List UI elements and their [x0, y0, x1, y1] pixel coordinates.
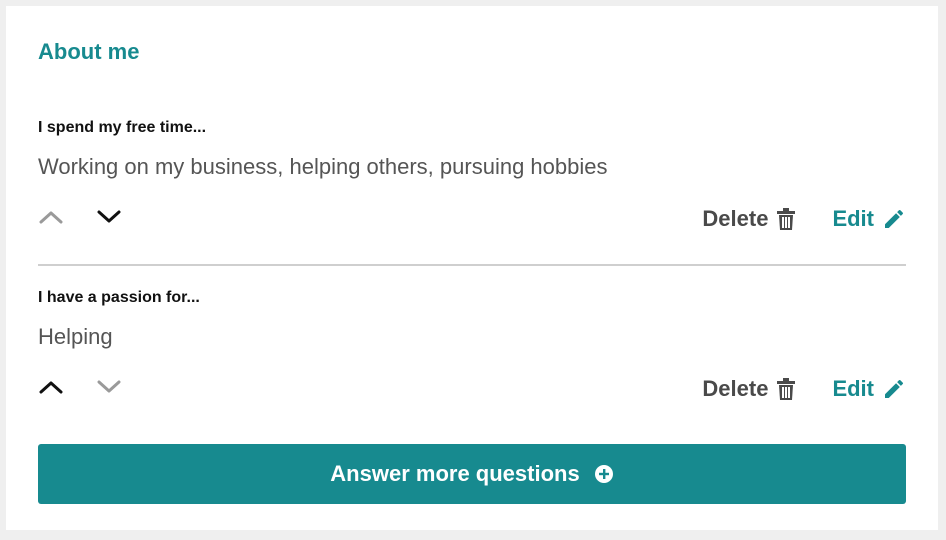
section-title: About me: [38, 39, 140, 64]
question-controls: Delete Edit: [38, 202, 906, 242]
edit-button[interactable]: Edit: [832, 376, 906, 402]
move-down-button[interactable]: [94, 202, 124, 232]
question-answer: Working on my business, helping others, …: [38, 154, 608, 179]
divider: [38, 264, 906, 266]
chevron-up-icon: [39, 381, 63, 394]
cta-label: Answer more questions: [330, 461, 580, 486]
edit-label: Edit: [832, 376, 874, 401]
delete-button[interactable]: Delete: [702, 206, 796, 232]
move-up-button[interactable]: [36, 372, 66, 402]
answer-more-questions-button[interactable]: Answer more questions: [38, 444, 906, 504]
trash-icon: [777, 378, 796, 400]
question-actions: Delete Edit: [702, 376, 906, 402]
pencil-icon: [885, 379, 904, 398]
chevron-up-icon: [39, 211, 63, 224]
move-down-button[interactable]: [94, 372, 124, 402]
delete-button[interactable]: Delete: [702, 376, 796, 402]
question-item: I spend my free time... Working on my bu…: [38, 118, 906, 242]
edit-label: Edit: [832, 206, 874, 231]
question-prompt: I have a passion for...: [38, 289, 200, 306]
move-up-button[interactable]: [36, 202, 66, 232]
chevron-down-icon: [97, 380, 121, 393]
question-answer: Helping: [38, 324, 113, 349]
delete-label: Delete: [702, 376, 769, 401]
plus-circle-icon: [594, 464, 614, 484]
delete-label: Delete: [702, 206, 769, 231]
question-actions: Delete Edit: [702, 206, 906, 232]
edit-button[interactable]: Edit: [832, 206, 906, 232]
chevron-down-icon: [97, 210, 121, 223]
question-prompt: I spend my free time...: [38, 119, 207, 136]
trash-icon: [777, 208, 796, 230]
question-item: I have a passion for... Helping Delete E…: [38, 288, 906, 412]
pencil-icon: [885, 209, 904, 228]
question-controls: Delete Edit: [38, 372, 906, 412]
about-me-card: About me I spend my free time... Working…: [6, 6, 938, 530]
